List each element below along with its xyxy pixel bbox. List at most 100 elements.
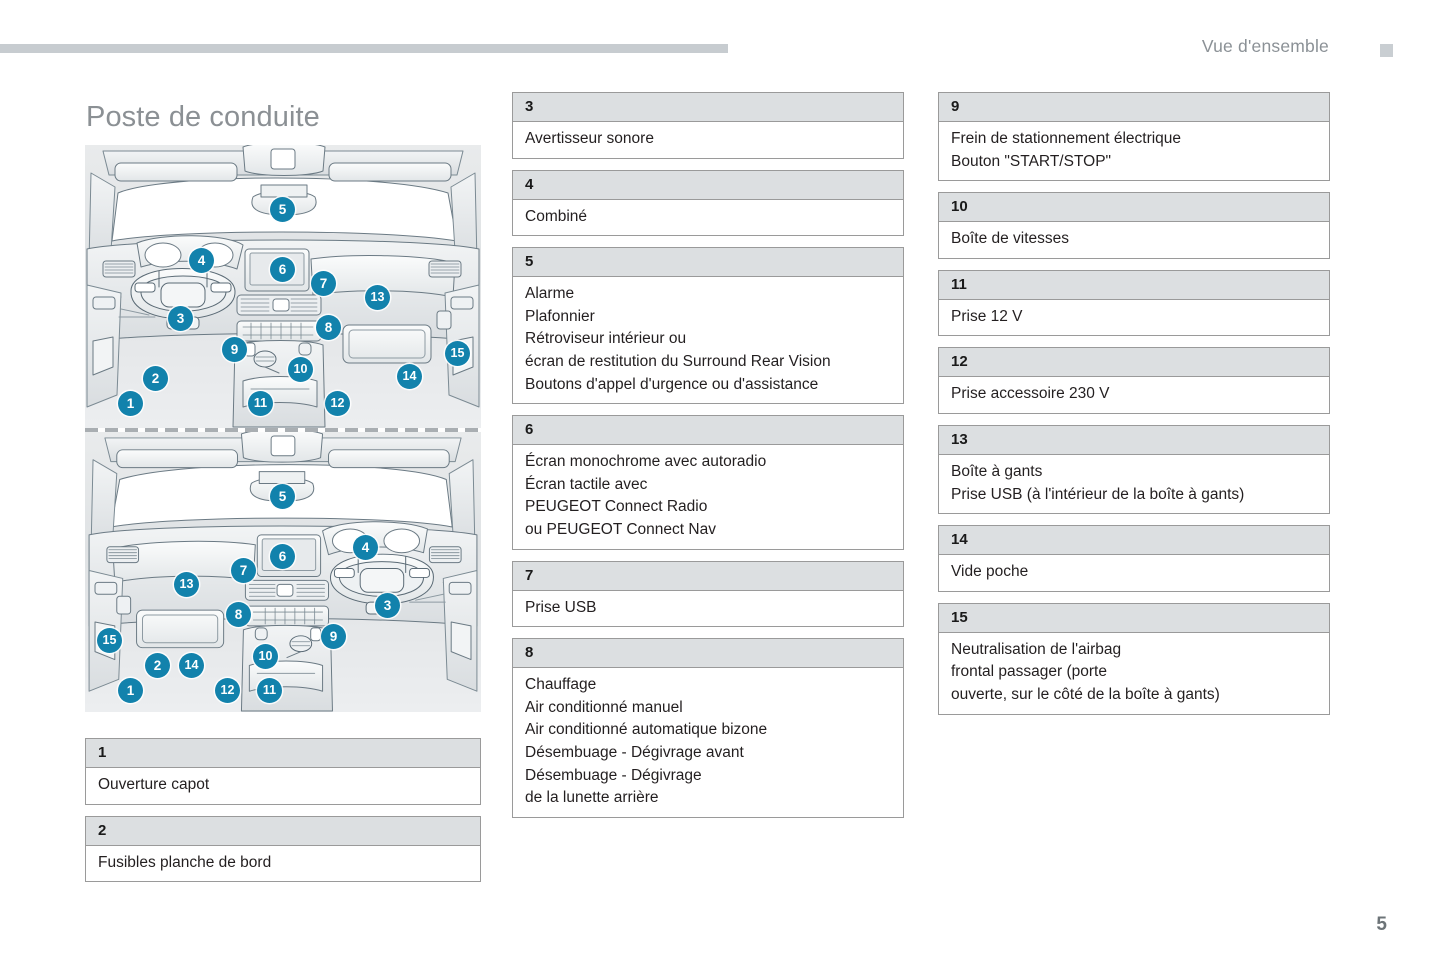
info-block: 1 Ouverture capot [85,738,481,805]
info-block-line: Air conditionné manuel [525,698,683,716]
callout-badge-5: 5 [270,197,295,222]
info-block: 2 Fusibles planche de bord [85,815,481,883]
info-block-body: Ouverture capot [85,768,481,805]
info-block-line: ouverte, sur le côté de la boîte à gants… [951,685,1220,703]
info-block-body: Neutralisation de l'airbag frontal passag… [938,632,1330,715]
info-block-line: Bouton "START/STOP" [951,152,1112,170]
info-block-line: Vide poche [951,563,1029,581]
callout-badge-14: 14 [397,364,422,389]
info-block-line: frontal passager (porte [951,663,1107,681]
info-block-line: Écran monochrome avec autoradio [525,453,767,471]
info-block-line: Prise accessoire 230 V [951,385,1110,403]
callout-badge-1: 1 [118,391,143,416]
info-block-body: Avertisseur sonore [512,122,904,159]
info-block-number: 10 [938,192,1330,223]
info-block-line: Prise 12 V [951,307,1023,325]
callout-badge-14: 14 [179,653,204,678]
info-block-number: 6 [512,415,904,446]
right-column: 9 Frein de stationnement électrique Bouton… [938,92,1330,726]
info-block-body: Boîte à gants Prise USB (à l'intérieur de… [938,454,1330,515]
info-block: 11 Prise 12 V [938,269,1330,337]
info-block-line: Prise USB (à l'intérieur de la boîte à g… [951,485,1245,503]
info-block-body: Vide poche [938,555,1330,592]
info-block-line: Rétroviseur intérieur ou [525,330,687,348]
callout-badge-15: 15 [445,341,470,366]
callout-badge-8: 8 [316,315,341,340]
info-block-number: 8 [512,638,904,669]
callout-badge-11: 11 [257,678,282,703]
info-block-line: Ouverture capot [98,776,210,793]
info-block: 3 Avertisseur sonore [512,92,904,159]
callout-badge-11: 11 [248,391,273,416]
illustration-group: 5 4 6 7 13 3 8 9 15 2 10 14 1 11 12 5 6 … [85,145,481,712]
info-block-line: Combiné [525,207,588,225]
left-info-blocks: 1 Ouverture capot 2 Fusibles planche de bor… [85,738,481,883]
info-block-line: Alarme [525,285,575,303]
info-block-number: 9 [938,92,1330,122]
info-block-body: Fusibles planche de bord [85,845,481,883]
left-column: 5 4 6 7 13 3 8 9 15 2 10 14 1 11 12 5 6 … [85,145,481,893]
info-block: 13 Boîte à gants Prise USB (à l'intérieur … [938,424,1330,515]
info-block: 6 Écran monochrome avec autoradio Écran ta… [512,415,904,550]
callout-badge-7: 7 [311,271,336,296]
info-block: 14 Vide poche [938,525,1330,592]
info-block: 9 Frein de stationnement électrique Bouton… [938,92,1330,182]
info-block-number: 1 [85,738,481,768]
info-block-line: Désembuage - Dégivrage [525,766,702,784]
callout-badge-5: 5 [270,484,295,509]
callout-badge-13: 13 [174,572,199,597]
info-block-line: Boîte à gants [951,462,1043,480]
info-block-line: Désembuage - Dégivrage avant [525,743,744,761]
info-block-body: Prise USB [512,590,904,628]
dashboard-lhd-illustration: 5 4 6 7 13 3 8 9 15 2 10 14 1 11 12 [85,145,481,428]
callout-badge-9: 9 [222,337,247,362]
info-block: 12 Prise accessoire 230 V [938,347,1330,414]
middle-info-blocks: 3 Avertisseur sonore 4 Combiné 5 Alarme Plafon… [512,92,904,818]
info-block: 8 Chauffage Air conditionné manuel Air cond… [512,638,904,818]
section-title: Vue d'ensemble [1201,36,1329,56]
info-block-number: 3 [512,92,904,122]
info-block-number: 12 [938,347,1330,378]
callout-badge-2: 2 [143,366,168,391]
info-block-line: PEUGEOT Connect Radio [525,498,708,516]
info-block-line: Avertisseur sonore [525,130,654,147]
callout-badge-13: 13 [365,285,390,310]
callout-badge-3: 3 [375,593,400,618]
info-block-line: écran de restitution du Surround Rear Vi… [525,352,831,370]
info-block-line: Boîte de vitesses [951,230,1070,248]
info-block-number: 11 [938,269,1330,300]
middle-column: 3 Avertisseur sonore 4 Combiné 5 Alarme Plafon… [512,92,904,829]
info-block-line: Frein de stationnement électrique [951,130,1182,147]
callout-badge-10: 10 [253,644,278,669]
callout-badge-10: 10 [288,357,313,382]
callout-badge-4: 4 [189,248,214,273]
info-block-body: Prise 12 V [938,299,1330,337]
right-info-blocks: 9 Frein de stationnement électrique Bouton… [938,92,1330,715]
callout-badge-4: 4 [353,535,378,560]
callout-badge-2: 2 [145,653,170,678]
callout-badge-6: 6 [270,257,295,282]
info-block-line: Air conditionné automatique bizone [525,721,768,739]
info-block-line: Plafonnier [525,307,595,325]
callout-badge-6: 6 [270,544,295,569]
info-block-body: Écran monochrome avec autoradio Écran tac… [512,445,904,550]
info-block: 10 Boîte de vitesses [938,192,1330,259]
info-block-body: Combiné [512,199,904,237]
info-block: 5 Alarme Plafonnier Rétroviseur intérieur o… [512,247,904,405]
callout-badge-12: 12 [325,391,350,416]
info-block-line: de la lunette arrière [525,789,659,807]
page-number: 5 [1376,914,1387,935]
info-block-line: Écran tactile avec [525,475,648,493]
square-marker-icon [1380,44,1393,57]
info-block-number: 2 [85,815,481,846]
info-block-number: 5 [512,247,904,278]
info-block-line: ou PEUGEOT Connect Nav [525,520,716,538]
info-block-line: Fusibles planche de bord [98,853,272,871]
callout-badge-1: 1 [118,678,143,703]
info-block-line: Prise USB [525,598,597,616]
info-block: 4 Combiné [512,169,904,237]
info-block-number: 7 [512,560,904,591]
callout-badge-8: 8 [226,602,251,627]
info-block-number: 13 [938,424,1330,455]
page-title: Poste de conduite [86,101,320,134]
